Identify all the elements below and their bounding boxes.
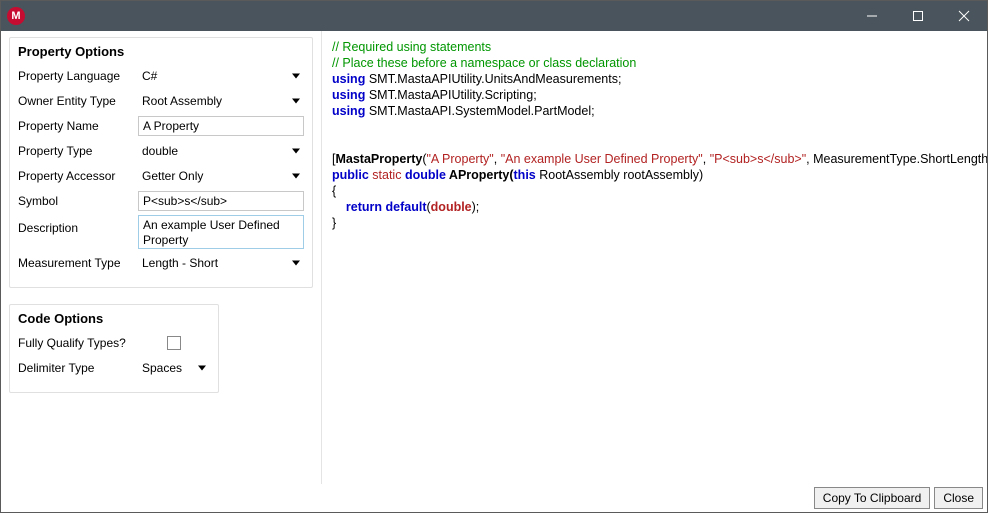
maximize-button[interactable]: [895, 1, 941, 31]
row-delimiter-type: Delimiter Type Spaces: [18, 357, 210, 379]
app-icon-letter: M: [11, 10, 20, 22]
content-area: Property Options Property Language C# Ow…: [1, 31, 987, 484]
minimize-icon: [866, 10, 878, 22]
row-property-language: Property Language C#: [18, 65, 304, 87]
combo-owner-entity-type[interactable]: Root Assembly: [138, 91, 304, 111]
code-options-panel: Code Options Fully Qualify Types? Delimi…: [9, 304, 219, 393]
row-owner-entity-type: Owner Entity Type Root Assembly: [18, 90, 304, 112]
maximize-icon: [912, 10, 924, 22]
combo-delimiter-type[interactable]: Spaces: [138, 358, 210, 378]
label-property-name: Property Name: [18, 119, 138, 133]
combo-property-accessor[interactable]: Getter Only: [138, 166, 304, 186]
label-symbol: Symbol: [18, 194, 138, 208]
code-preview[interactable]: // Required using statements // Place th…: [322, 31, 987, 484]
row-fully-qualify: Fully Qualify Types?: [18, 332, 210, 354]
window-buttons: [849, 1, 987, 31]
input-symbol[interactable]: [138, 191, 304, 211]
code-options-heading: Code Options: [18, 311, 210, 326]
copy-to-clipboard-button[interactable]: Copy To Clipboard: [814, 487, 931, 509]
label-description: Description: [18, 215, 138, 235]
bottom-bar: Copy To Clipboard Close: [1, 484, 987, 512]
label-fully-qualify: Fully Qualify Types?: [18, 336, 138, 350]
close-window-button[interactable]: [941, 1, 987, 31]
combo-measurement-type[interactable]: Length - Short: [138, 253, 304, 273]
property-options-panel: Property Options Property Language C# Ow…: [9, 37, 313, 288]
input-property-name[interactable]: [138, 116, 304, 136]
label-property-language: Property Language: [18, 69, 138, 83]
label-measurement-type: Measurement Type: [18, 256, 138, 270]
close-icon: [958, 10, 970, 22]
row-description: Description: [18, 215, 304, 249]
label-property-type: Property Type: [18, 144, 138, 158]
row-measurement-type: Measurement Type Length - Short: [18, 252, 304, 274]
label-delimiter-type: Delimiter Type: [18, 361, 138, 375]
textarea-description[interactable]: [138, 215, 304, 249]
label-owner-entity-type: Owner Entity Type: [18, 94, 138, 108]
combo-property-language[interactable]: C#: [138, 66, 304, 86]
minimize-button[interactable]: [849, 1, 895, 31]
combo-property-type[interactable]: double: [138, 141, 304, 161]
checkbox-fully-qualify[interactable]: [167, 336, 181, 350]
row-property-accessor: Property Accessor Getter Only: [18, 165, 304, 187]
property-options-heading: Property Options: [18, 44, 304, 59]
label-property-accessor: Property Accessor: [18, 169, 138, 183]
app-icon: M: [7, 7, 25, 25]
row-symbol: Symbol: [18, 190, 304, 212]
close-button[interactable]: Close: [934, 487, 983, 509]
left-column: Property Options Property Language C# Ow…: [1, 31, 322, 484]
titlebar: M: [1, 1, 987, 31]
row-property-type: Property Type double: [18, 140, 304, 162]
row-property-name: Property Name: [18, 115, 304, 137]
